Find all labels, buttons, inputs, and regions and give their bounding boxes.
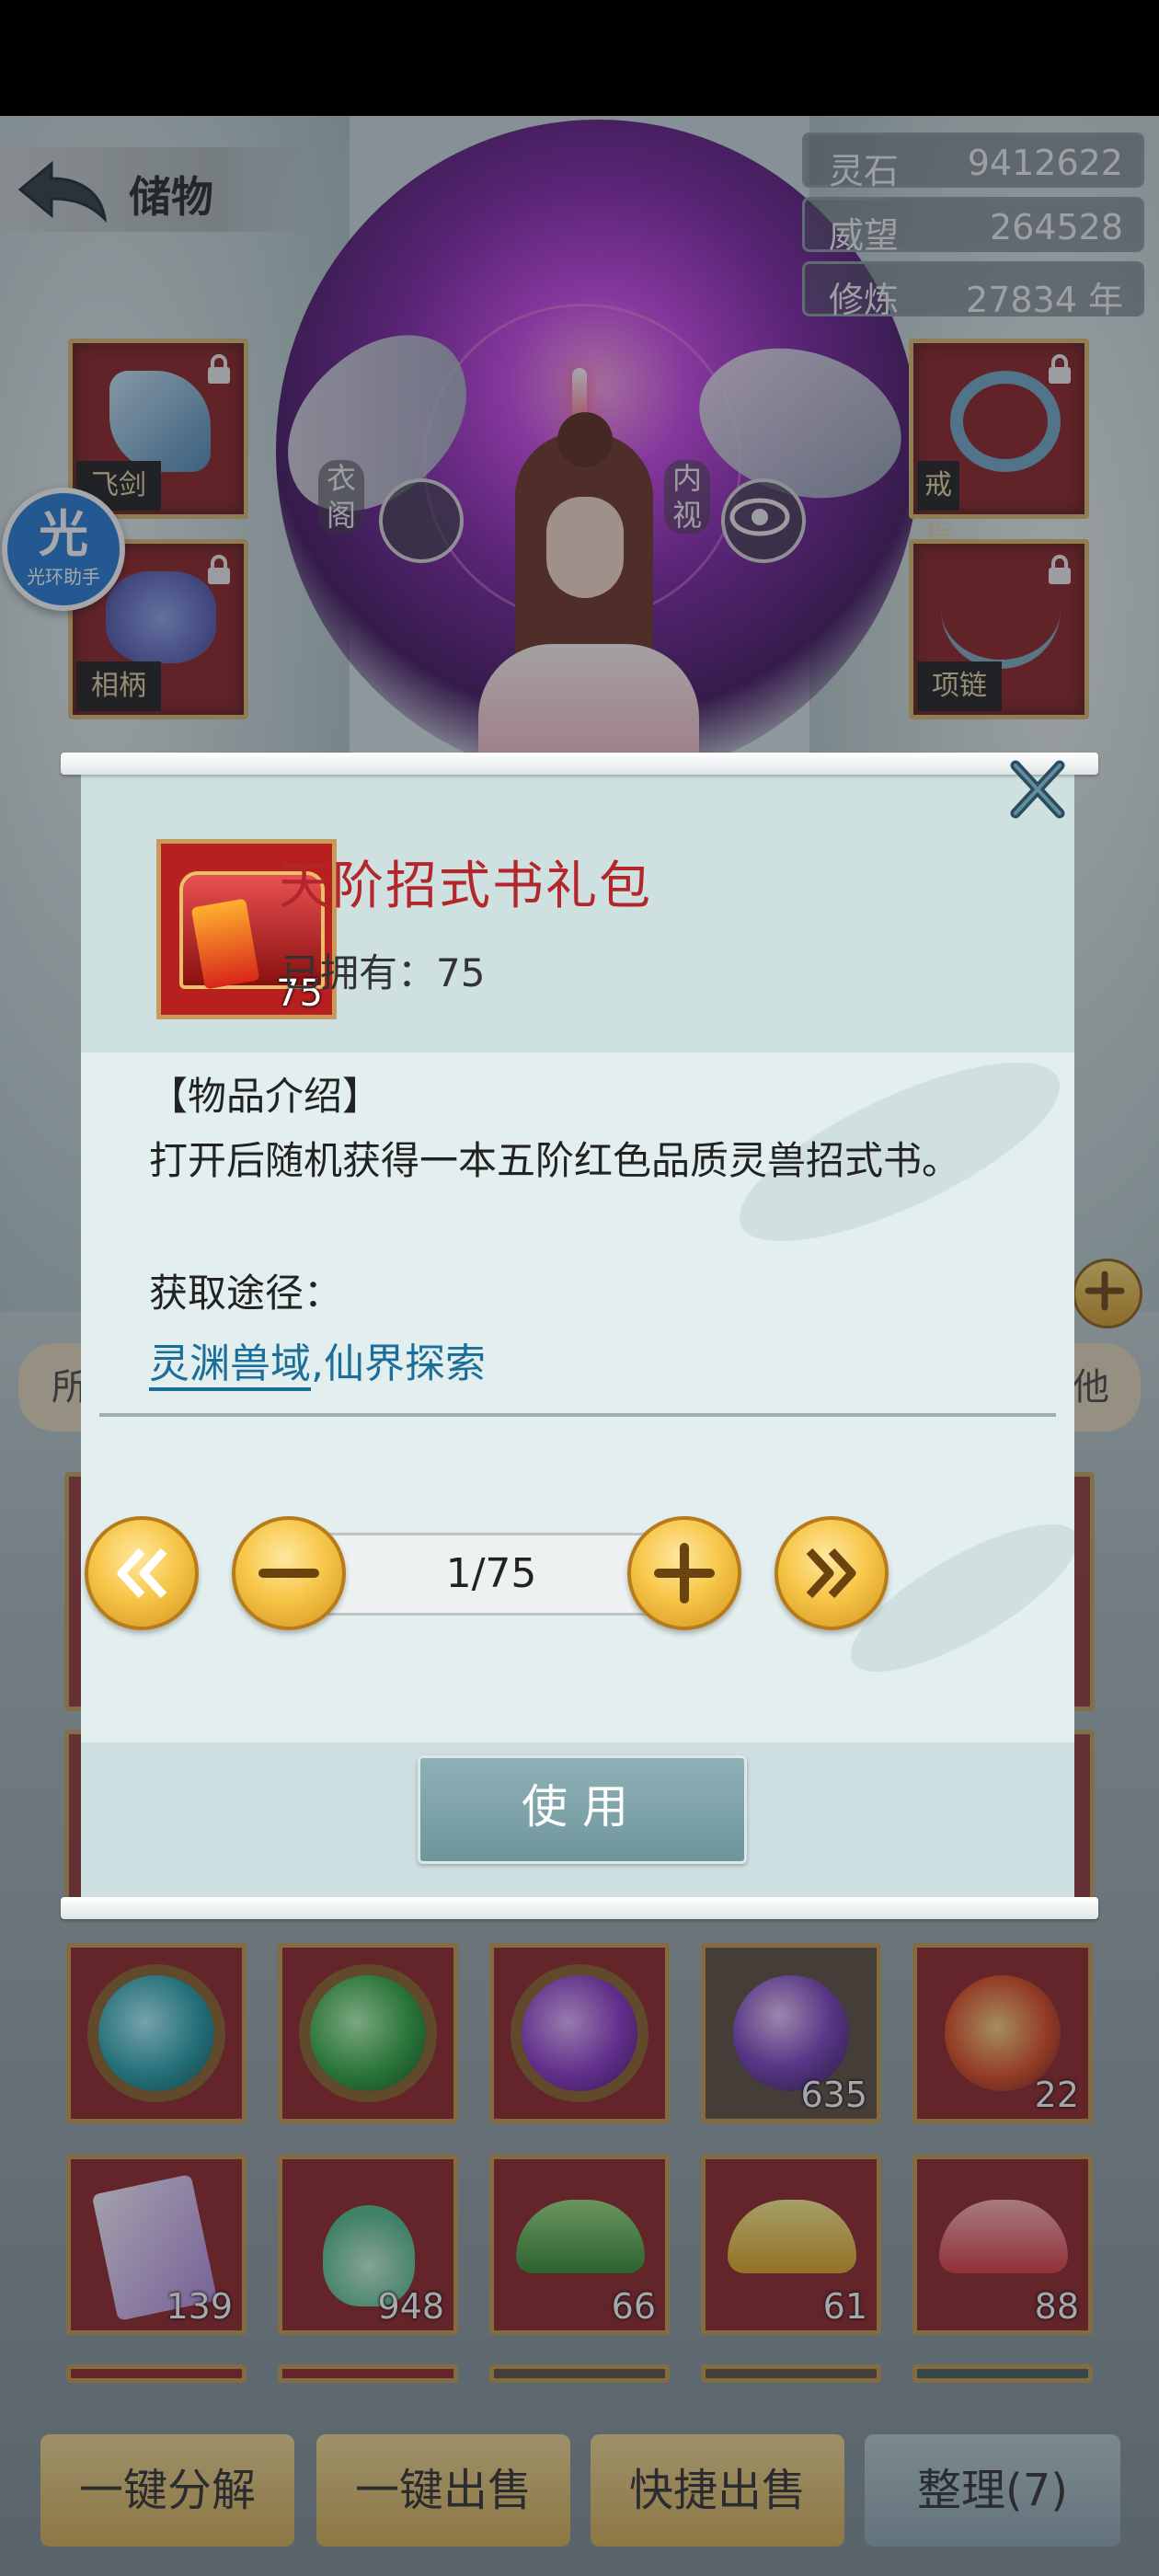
minus-icon	[258, 1569, 319, 1578]
scroll-rod-top	[61, 753, 1098, 775]
source-link-beast-realm[interactable]: 灵渊兽域	[149, 1340, 311, 1391]
scroll-rod-bottom	[61, 1897, 1098, 1919]
owned-value: 75	[436, 950, 486, 995]
description-title: 【物品介绍】	[149, 1074, 382, 1119]
double-chevron-left-icon	[117, 1547, 167, 1599]
use-button[interactable]: 使用	[418, 1755, 747, 1864]
status-bar	[0, 0, 1159, 116]
source-links: 灵渊兽域,仙界探索	[149, 1330, 486, 1391]
item-detail-dialog: 75 天阶招式书礼包 已拥有：75 【物品介绍】 打开后随机获得一本五阶红色品质…	[61, 753, 1098, 1921]
item-description: 打开后随机获得一本五阶红色品质灵兽招式书。	[149, 1138, 961, 1183]
item-name: 天阶招式书礼包	[279, 857, 652, 916]
game-screen: 储物 灵石 9412622 威望 264528 修炼 27834 年 飞剑 相柄…	[0, 0, 1159, 2576]
source-title: 获取途径：	[149, 1271, 343, 1316]
source-link-immortal-explore[interactable]: 仙界探索	[324, 1340, 486, 1387]
quantity-max-button[interactable]	[775, 1516, 889, 1630]
close-icon[interactable]	[999, 753, 1076, 826]
quantity-decrease-button[interactable]	[232, 1516, 346, 1630]
quantity-min-button[interactable]	[85, 1516, 199, 1630]
owned-count: 已拥有：75	[281, 942, 485, 998]
source-separator: ,	[311, 1340, 324, 1387]
owned-label: 已拥有：	[281, 950, 437, 995]
plus-icon	[654, 1543, 715, 1604]
double-chevron-right-icon	[806, 1547, 856, 1599]
quantity-increase-button[interactable]	[627, 1516, 741, 1630]
dialog-divider	[99, 1413, 1056, 1417]
dialog-body: 75 天阶招式书礼包 已拥有：75 【物品介绍】 打开后随机获得一本五阶红色品质…	[81, 765, 1074, 1906]
